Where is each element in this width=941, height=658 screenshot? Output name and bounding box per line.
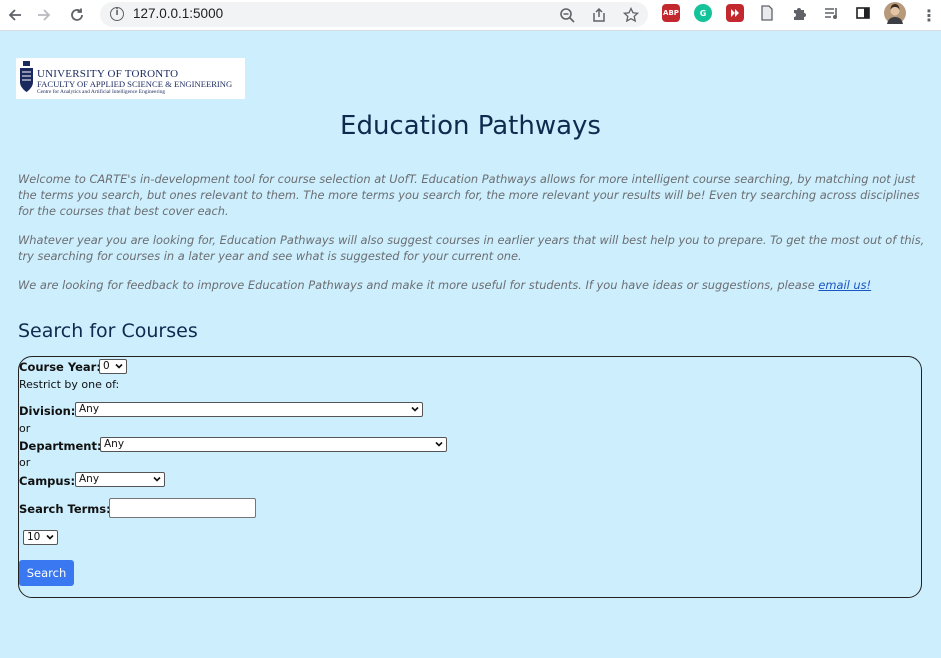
- grammarly-icon[interactable]: G: [694, 4, 712, 22]
- avatar[interactable]: [884, 2, 906, 24]
- division-select[interactable]: Any: [75, 402, 423, 417]
- logo-centre: Centre for Analytics and Artificial Inte…: [37, 89, 166, 95]
- arrow-right-icon: [38, 9, 51, 21]
- intro-paragraph-2: Whatever year you are looking for, Educa…: [18, 233, 925, 263]
- results-count-select[interactable]: 10: [23, 530, 58, 545]
- search-terms-input[interactable]: [109, 498, 256, 518]
- adblock-icon[interactable]: ABP: [662, 4, 680, 22]
- uoft-engineering-logo: UNIVERSITY OF TORONTO FACULTY OF APPLIED…: [16, 58, 245, 99]
- course-search-form: Course Year: 0 Restrict by one of: Divis…: [18, 356, 922, 598]
- department-select[interactable]: Any: [100, 437, 447, 452]
- course-year-value: 0: [103, 360, 110, 372]
- feedback-text: We are looking for feedback to improve E…: [18, 278, 819, 292]
- search-terms-label: Search Terms:: [19, 502, 111, 516]
- document-icon[interactable]: [758, 4, 776, 22]
- course-year-select[interactable]: 0: [99, 359, 127, 374]
- division-value: Any: [79, 403, 100, 415]
- campus-label: Campus:: [19, 474, 76, 488]
- course-year-label: Course Year:: [19, 360, 101, 374]
- crest-icon: [20, 61, 33, 92]
- chevron-down-icon: [435, 441, 443, 447]
- side-panel-icon[interactable]: [854, 4, 872, 22]
- extensions-puzzle-icon[interactable]: [790, 4, 808, 22]
- intro-paragraph-3: We are looking for feedback to improve E…: [18, 277, 928, 293]
- page-title: Education Pathways: [340, 111, 601, 141]
- or-divider-2: or: [19, 456, 31, 469]
- video-speed-icon[interactable]: [726, 4, 744, 22]
- campus-value: Any: [79, 473, 100, 485]
- chevron-down-icon: [411, 406, 419, 412]
- department-value: Any: [104, 438, 125, 450]
- address-bar[interactable]: i 127.0.0.1:5000: [100, 2, 648, 27]
- zoom-out-icon[interactable]: [557, 5, 577, 25]
- chevron-down-icon: [153, 476, 161, 482]
- chevron-down-icon: [115, 363, 123, 369]
- intro-paragraph-1: Welcome to CARTE's in-development tool f…: [18, 172, 920, 218]
- or-divider-1: or: [19, 422, 31, 435]
- chevron-down-icon: [46, 534, 54, 540]
- restrict-text: Restrict by one of:: [19, 378, 120, 391]
- division-label: Division:: [19, 404, 76, 418]
- email-us-link[interactable]: email us!: [818, 278, 871, 292]
- share-icon[interactable]: [589, 5, 609, 25]
- campus-select[interactable]: Any: [75, 472, 165, 487]
- browser-toolbar: i 127.0.0.1:5000 ABP G ⋮: [0, 0, 941, 31]
- more-menu-icon[interactable]: ⋮: [918, 4, 940, 26]
- star-icon[interactable]: [621, 5, 641, 25]
- search-button[interactable]: Search: [19, 560, 74, 586]
- forward-button[interactable]: [33, 4, 55, 26]
- reload-icon: [71, 8, 83, 21]
- info-icon[interactable]: i: [110, 7, 124, 21]
- results-count-value: 10: [27, 531, 41, 543]
- reload-button[interactable]: [66, 4, 88, 26]
- department-label: Department:: [19, 439, 102, 453]
- search-section-title: Search for Courses: [18, 320, 198, 342]
- back-button[interactable]: [4, 4, 26, 26]
- logo-faculty: FACULTY OF APPLIED SCIENCE & ENGINEERING: [37, 79, 233, 89]
- media-queue-icon[interactable]: [822, 4, 840, 22]
- url-text: 127.0.0.1:5000: [133, 6, 224, 21]
- arrow-left-icon: [8, 9, 21, 21]
